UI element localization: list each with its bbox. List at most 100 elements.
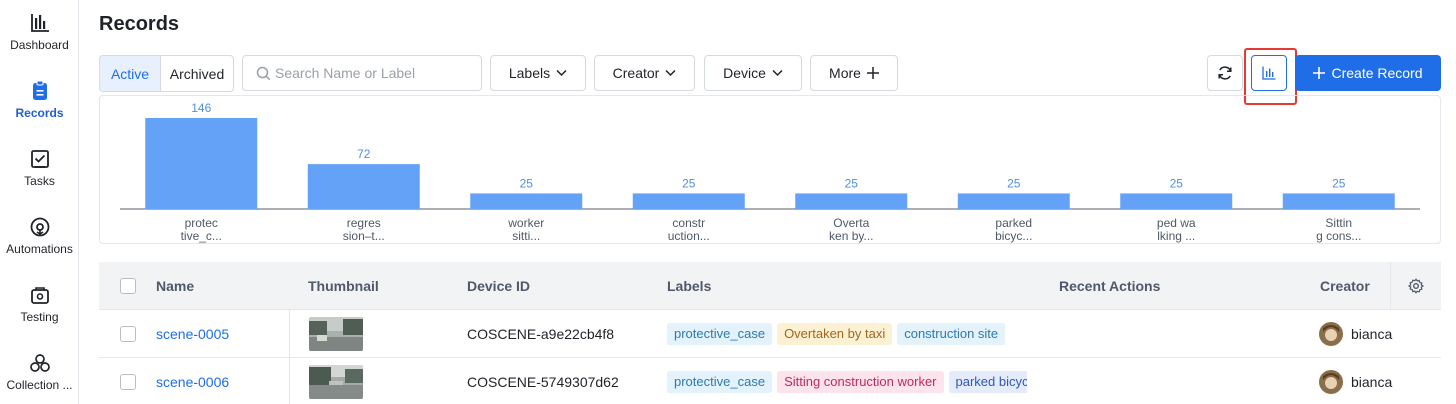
device-filter-dropdown[interactable]: Device — [704, 55, 802, 91]
refresh-button[interactable] — [1207, 55, 1243, 91]
collection-icon — [29, 354, 50, 372]
table-row[interactable]: scene-0005 COSCENE-a9e22cb4f8 protective… — [99, 310, 1441, 358]
chart-category-label: constr — [672, 216, 705, 230]
record-thumbnail[interactable] — [309, 365, 363, 399]
search-icon — [256, 66, 271, 81]
labels-cell: protective_case Sitting construction work… — [667, 371, 1027, 393]
chart-category-label: sitti... — [512, 229, 540, 243]
sidebar-item-testing[interactable]: Testing — [0, 284, 79, 344]
label-tag[interactable]: parked bicycl — [948, 371, 1027, 393]
dropdown-label: Labels — [508, 65, 551, 81]
chart-bar[interactable] — [470, 193, 583, 209]
chart-bar[interactable] — [632, 193, 745, 209]
column-header-thumbnail: Thumbnail — [308, 278, 379, 294]
sidebar: Dashboard Records Tasks Automations Test… — [0, 0, 79, 404]
label-tag[interactable]: protective_case — [667, 371, 773, 393]
app-root: Dashboard Records Tasks Automations Test… — [0, 0, 1456, 404]
sidebar-item-label: Dashboard — [10, 38, 69, 52]
sidebar-item-tasks[interactable]: Tasks — [0, 148, 79, 208]
chart-category-label: uction... — [668, 229, 710, 243]
tab-archived[interactable]: Archived — [160, 56, 233, 91]
chevron-down-icon — [772, 69, 783, 77]
label-tag[interactable]: protective_case — [667, 323, 773, 345]
task-check-icon — [30, 150, 49, 168]
chart-data-label: 72 — [357, 147, 371, 161]
chart-data-label: 25 — [520, 176, 534, 190]
chart-bar[interactable] — [957, 193, 1070, 209]
chart-category-label: Sittin — [1325, 216, 1352, 230]
search-input[interactable] — [275, 56, 475, 90]
label-tag[interactable]: Overtaken by taxi — [777, 323, 893, 345]
sidebar-item-records[interactable]: Records — [0, 80, 79, 140]
chart-bar[interactable] — [307, 164, 420, 209]
chart-data-label: 25 — [1170, 176, 1184, 190]
more-label: More — [829, 65, 861, 81]
chart-category-label: sion–t... — [343, 229, 385, 243]
record-thumbnail[interactable] — [309, 317, 363, 351]
gear-icon[interactable] — [1408, 278, 1424, 294]
sidebar-item-label: Testing — [20, 310, 59, 324]
chevron-down-icon — [665, 69, 676, 77]
record-name-link[interactable]: scene-0006 — [156, 358, 229, 404]
device-id: COSCENE-5749307d62 — [467, 374, 619, 390]
search-box — [242, 55, 482, 91]
sidebar-item-label: Tasks — [24, 174, 55, 188]
chart-data-label: 25 — [845, 176, 859, 190]
sidebar-item-automations[interactable]: Automations — [0, 216, 79, 276]
creator-name: bianca — [1351, 374, 1393, 390]
create-record-button[interactable]: Create Record — [1295, 55, 1441, 91]
chart-category-label: tive_c... — [181, 229, 222, 243]
avatar — [1319, 322, 1343, 346]
device-id: COSCENE-a9e22cb4f8 — [467, 326, 615, 342]
labels-cell: protective_case Overtaken by taxi construc… — [667, 323, 1027, 345]
creator-name: bianca — [1351, 326, 1393, 342]
chevron-down-icon — [556, 69, 567, 77]
chart-bar[interactable] — [1282, 193, 1395, 209]
creator-filter-dropdown[interactable]: Creator — [594, 55, 695, 91]
more-filters-button[interactable]: More — [810, 55, 898, 91]
row-checkbox[interactable] — [120, 374, 136, 390]
chart-category-label: Overta — [833, 216, 869, 230]
dropdown-label: Device — [723, 65, 766, 81]
tab-active[interactable]: Active — [100, 56, 160, 91]
label-tag[interactable]: construction site — [897, 323, 1006, 345]
chart-bar[interactable] — [145, 118, 258, 209]
plus-icon — [1313, 67, 1326, 79]
chart-bar[interactable] — [795, 193, 908, 209]
sidebar-item-label: Collection ... — [6, 378, 73, 392]
sidebar-item-dashboard[interactable]: Dashboard — [0, 12, 79, 72]
chart-data-label: 25 — [682, 176, 696, 190]
records-label-chart: 146 protec tive_c... 72 regres sion–t... 25 wor… — [99, 95, 1441, 244]
clipboard-icon — [32, 80, 47, 100]
page-title: Records — [99, 13, 180, 35]
column-header-creator: Creator — [1320, 278, 1370, 294]
column-header-labels: Labels — [667, 278, 712, 294]
sidebar-item-collection[interactable]: Collection ... — [0, 352, 79, 404]
record-name-link[interactable]: scene-0005 — [156, 310, 229, 358]
automation-icon — [30, 217, 49, 237]
chart-category-label: lking ... — [1157, 229, 1195, 243]
select-all-checkbox[interactable] — [120, 278, 136, 294]
testing-icon — [30, 287, 49, 304]
chart-category-label: regres — [347, 216, 381, 230]
table-row[interactable]: scene-0006 COSCENE-5749307d62 protective… — [99, 358, 1441, 404]
chart-data-label: 25 — [1332, 176, 1346, 190]
column-header-device-id: Device ID — [467, 278, 531, 294]
column-header-recent-actions: Recent Actions — [1059, 278, 1161, 294]
labels-filter-dropdown[interactable]: Labels — [490, 55, 586, 91]
sidebar-item-label: Automations — [6, 242, 73, 256]
row-checkbox[interactable] — [120, 326, 136, 342]
avatar — [1319, 370, 1343, 394]
column-header-name[interactable]: Name — [156, 262, 194, 310]
chart-category-label: bicyc... — [995, 229, 1032, 243]
chart-data-label: 146 — [191, 101, 211, 115]
dropdown-label: Creator — [612, 65, 660, 81]
chart-category-label: ped wa — [1157, 216, 1196, 230]
chart-category-label: parked — [995, 216, 1032, 230]
refresh-icon — [1218, 66, 1232, 80]
chart-bar[interactable] — [1120, 193, 1233, 209]
label-tag[interactable]: Sitting construction worker — [777, 371, 944, 393]
chart-category-label: protec — [185, 216, 218, 230]
table-header: Name Thumbnail Device ID Labels Recent A… — [99, 262, 1441, 310]
chart-category-label: worker — [507, 216, 544, 230]
